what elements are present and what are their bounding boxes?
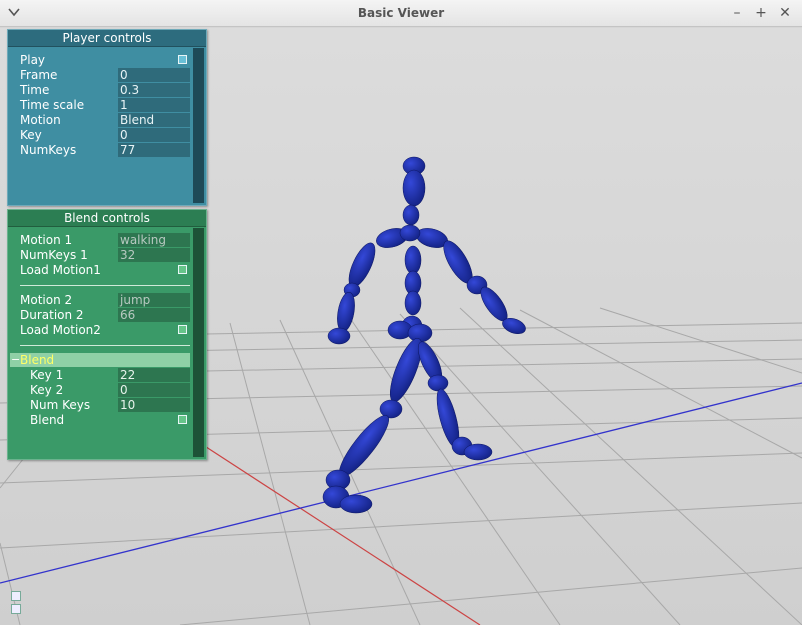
key2-row: Key 2 0 <box>20 383 190 398</box>
time-scale-field[interactable]: 1 <box>118 98 190 112</box>
num-keys-field[interactable]: 10 <box>118 398 190 412</box>
frame-field[interactable]: 0 <box>118 68 190 82</box>
motion2-row: Motion 2 jump <box>20 293 190 308</box>
load-motion2-row: Load Motion2 <box>20 323 190 338</box>
close-icon[interactable]: ✕ <box>776 4 794 22</box>
duration2-field[interactable]: 66 <box>118 308 190 322</box>
numkeys-field[interactable]: 77 <box>118 143 190 157</box>
numkeys1-row: NumKeys 1 32 <box>20 248 190 263</box>
load-motion2-button[interactable] <box>178 325 187 334</box>
play-checkbox[interactable] <box>178 55 187 64</box>
separator <box>20 285 190 286</box>
key2-field[interactable]: 0 <box>118 383 190 397</box>
duration2-row: Duration 2 66 <box>20 308 190 323</box>
window-titlebar: Basic Viewer – + ✕ <box>0 0 802 27</box>
time-scale-label: Time scale <box>20 98 85 112</box>
time-row: Time 0.3 <box>20 83 190 98</box>
load-motion1-button[interactable] <box>178 265 187 274</box>
motion1-row: Motion 1 walking <box>20 233 190 248</box>
load-motion1-label: Load Motion1 <box>20 263 101 277</box>
play-label: Play <box>20 53 46 67</box>
blend-group-header[interactable]: − Blend <box>10 353 190 367</box>
blend-controls-panel: Blend controls Motion 1 walking NumKeys … <box>7 209 207 460</box>
motion2-label: Motion 2 <box>20 293 73 307</box>
motion2-field[interactable]: jump <box>118 293 190 307</box>
motion1-field[interactable]: walking <box>118 233 190 247</box>
numkeys-row: NumKeys 77 <box>20 143 190 158</box>
frame-row: Frame 0 <box>20 68 190 83</box>
motion-label: Motion <box>20 113 61 127</box>
key-label: Key <box>20 128 42 142</box>
key-row: Key 0 <box>20 128 190 143</box>
player-controls-title[interactable]: Player controls <box>8 30 206 47</box>
axis-toggle-icon[interactable] <box>11 591 21 601</box>
key-field[interactable]: 0 <box>118 128 190 142</box>
duration2-label: Duration 2 <box>20 308 84 322</box>
blend-toggle-row: Blend <box>20 413 190 428</box>
settings-toggle-icon[interactable] <box>11 604 21 614</box>
motion-row: Motion Blend <box>20 113 190 128</box>
blend-checkbox[interactable] <box>178 415 187 424</box>
load-motion1-row: Load Motion1 <box>20 263 190 278</box>
numkeys1-label: NumKeys 1 <box>20 248 88 262</box>
minimize-icon[interactable]: – <box>728 4 746 22</box>
motion1-label: Motion 1 <box>20 233 73 247</box>
time-field[interactable]: 0.3 <box>118 83 190 97</box>
play-row: Play <box>20 53 190 68</box>
blend-group-label: Blend <box>20 353 55 367</box>
player-controls-panel: Player controls Play Frame 0 Time 0.3 Ti… <box>7 29 207 206</box>
player-controls-scrollbar[interactable] <box>193 48 204 203</box>
key1-field[interactable]: 22 <box>118 368 190 382</box>
key1-row: Key 1 22 <box>20 368 190 383</box>
blend-toggle-label: Blend <box>30 413 65 427</box>
numkeys1-field[interactable]: 32 <box>118 248 190 262</box>
maximize-icon[interactable]: + <box>752 4 770 22</box>
key2-label: Key 2 <box>30 383 64 397</box>
frame-label: Frame <box>20 68 58 82</box>
blend-controls-title[interactable]: Blend controls <box>8 210 206 227</box>
key1-label: Key 1 <box>30 368 64 382</box>
separator <box>20 345 190 346</box>
window-title: Basic Viewer <box>357 6 445 20</box>
collapse-icon[interactable]: − <box>11 353 20 367</box>
numkeys-label: NumKeys <box>20 143 77 157</box>
num-keys-row: Num Keys 10 <box>20 398 190 413</box>
blend-controls-scrollbar[interactable] <box>193 228 204 457</box>
motion-field[interactable]: Blend <box>118 113 190 127</box>
load-motion2-label: Load Motion2 <box>20 323 101 337</box>
num-keys-label: Num Keys <box>30 398 91 412</box>
time-label: Time <box>20 83 50 97</box>
time-scale-row: Time scale 1 <box>20 98 190 113</box>
